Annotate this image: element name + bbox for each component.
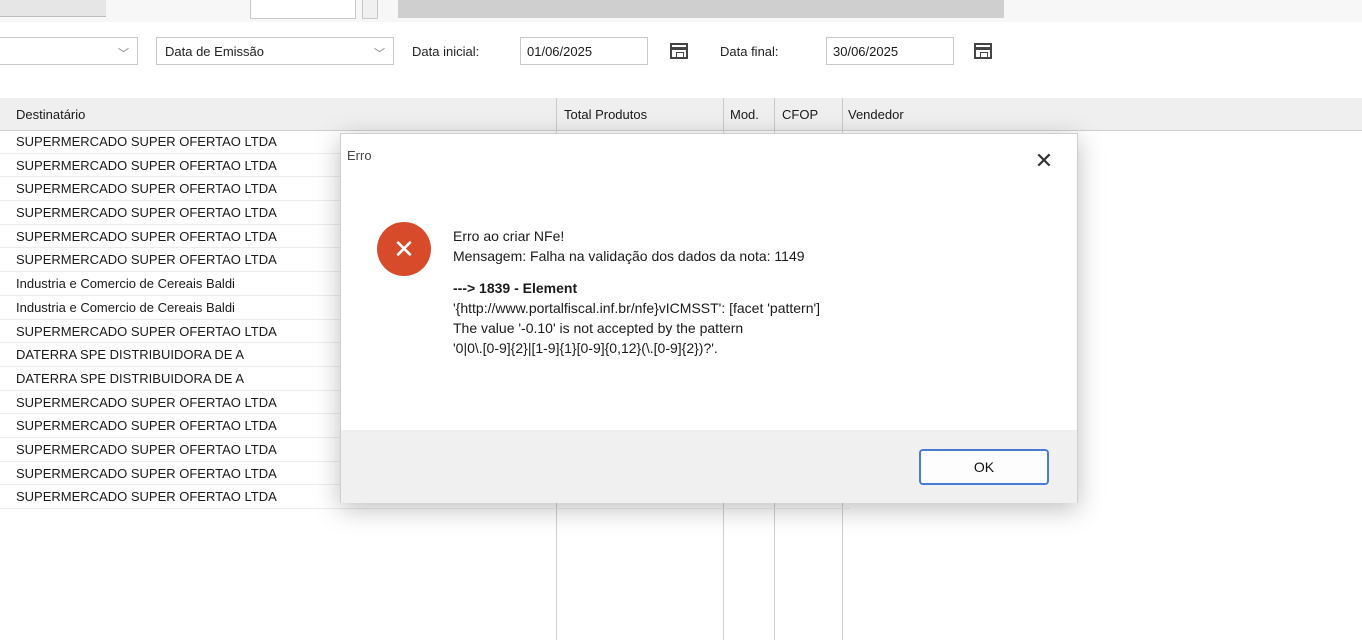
close-icon[interactable]: ✕ bbox=[1029, 146, 1059, 176]
message-line: '0|0\.[0-9]{2}|[1-9]{1}[0-9]{0,12}(\.[0-… bbox=[453, 340, 718, 356]
end-date-label: Data final: bbox=[720, 44, 779, 59]
column-divider[interactable] bbox=[774, 98, 775, 130]
end-date-input[interactable]: 30/06/2025 bbox=[826, 37, 954, 65]
toolbar-button-fragment[interactable] bbox=[0, 0, 106, 17]
column-header-total-produtos[interactable]: Total Produtos bbox=[564, 107, 647, 122]
ok-button[interactable]: OK bbox=[919, 449, 1049, 485]
message-line: ---> 1839 - Element bbox=[453, 280, 578, 296]
message-line: The value '-0.10' is not accepted by the… bbox=[453, 320, 744, 336]
chevron-down-icon: ﹀ bbox=[374, 48, 385, 60]
toolbar-field-fragment[interactable] bbox=[250, 0, 356, 19]
filter-bar: ﹀ Data de Emissão ﹀ Data inicial: 01/06/… bbox=[0, 30, 1362, 84]
error-dialog: Erro ✕ ✕ Erro ao criar NFe! Mensagem: Fa… bbox=[340, 133, 1078, 503]
top-toolbar-fragment bbox=[0, 0, 1362, 22]
message-line: Erro ao criar NFe! bbox=[453, 228, 565, 244]
date-type-combo[interactable]: Data de Emissão ﹀ bbox=[156, 37, 394, 65]
dialog-title: Erro bbox=[347, 148, 372, 163]
start-date-input[interactable]: 01/06/2025 bbox=[520, 37, 648, 65]
chevron-down-icon: ﹀ bbox=[118, 48, 129, 60]
toolbar-spinner-fragment[interactable] bbox=[362, 0, 378, 19]
toolbar-bar-fragment bbox=[398, 0, 1004, 18]
error-message: Erro ao criar NFe! Mensagem: Falha na va… bbox=[453, 226, 1053, 358]
column-divider[interactable] bbox=[723, 98, 724, 130]
column-header-cfop[interactable]: CFOP bbox=[782, 107, 818, 122]
column-header-vendedor[interactable]: Vendedor bbox=[848, 107, 904, 122]
column-header-destinatario[interactable]: Destinatário bbox=[16, 107, 85, 122]
message-line: '{http://www.portalfiscal.inf.br/nfe}vIC… bbox=[453, 300, 821, 316]
start-date-label: Data inicial: bbox=[412, 44, 480, 59]
column-divider[interactable] bbox=[556, 98, 557, 130]
calendar-icon bbox=[974, 43, 992, 59]
grid-header: Destinatário Total Produtos Mod. CFOP Ve… bbox=[0, 98, 1362, 131]
start-date-calendar-button[interactable] bbox=[664, 37, 694, 65]
date-type-value: Data de Emissão bbox=[165, 43, 264, 59]
filter-combo[interactable]: ﹀ bbox=[0, 37, 138, 65]
column-header-mod[interactable]: Mod. bbox=[730, 107, 759, 122]
end-date-calendar-button[interactable] bbox=[968, 37, 998, 65]
column-divider[interactable] bbox=[842, 98, 843, 130]
error-icon: ✕ bbox=[377, 222, 431, 276]
message-line: Mensagem: Falha na validação dos dados d… bbox=[453, 248, 805, 264]
calendar-icon bbox=[670, 43, 688, 59]
